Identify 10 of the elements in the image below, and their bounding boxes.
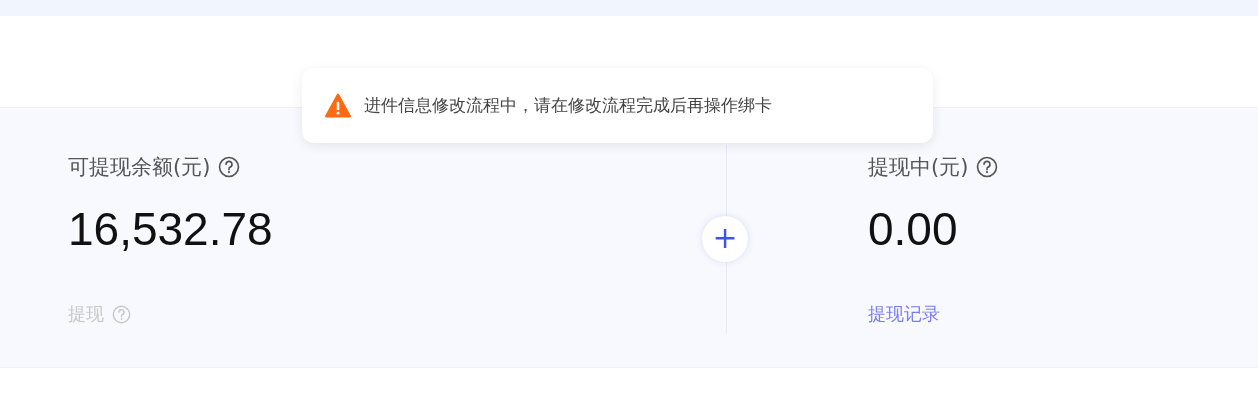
- help-icon[interactable]: [218, 156, 241, 178]
- plus-circle: +: [702, 216, 748, 262]
- balance-label: 提现中(元): [868, 154, 969, 181]
- balance-label: 可提现余额(元): [68, 154, 211, 181]
- warning-icon: [324, 92, 352, 119]
- records-link[interactable]: 提现记录: [868, 302, 940, 326]
- help-icon[interactable]: [976, 156, 999, 178]
- balance-amount: 0.00: [868, 203, 958, 255]
- balance-amount: 16,532.78: [68, 203, 273, 255]
- toast-message: 进件信息修改流程中，请在修改流程完成后再操作绑卡: [364, 94, 772, 117]
